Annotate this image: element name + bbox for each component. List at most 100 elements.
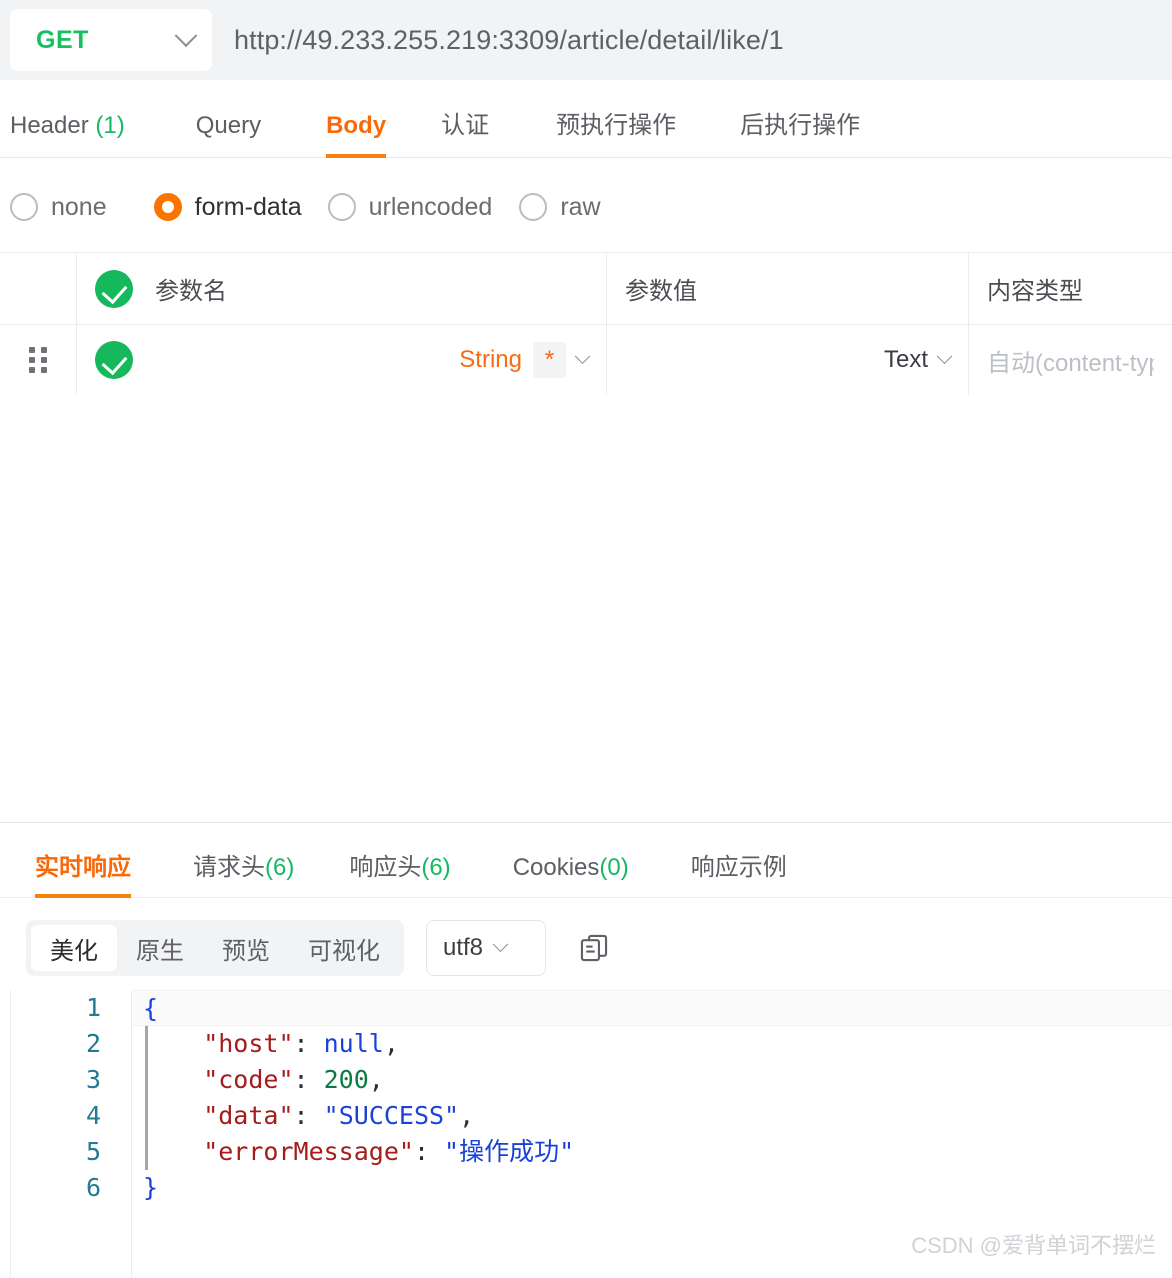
row-param-value-cell[interactable]: Text — [607, 325, 969, 395]
json-colon: : — [293, 1029, 324, 1058]
format-mode-beautify[interactable]: 美化 — [31, 925, 117, 971]
drag-handle-icon[interactable] — [29, 347, 47, 373]
line-number-gutter: 1 2 3 4 5 6 — [11, 990, 132, 1278]
http-method-label: GET — [36, 25, 89, 54]
code-line-5: "errorMessage": "操作成功" — [133, 1134, 1172, 1170]
tab-live-response[interactable]: 实时响应 — [35, 847, 131, 898]
radio-form-data-dot — [153, 193, 182, 221]
response-format-toolbar: 美化 原生 预览 可视化 utf8 — [0, 906, 1172, 990]
copy-button[interactable] — [574, 928, 614, 968]
tab-query[interactable]: Query — [196, 112, 261, 158]
tab-response-headers-count: (6) — [421, 854, 451, 881]
tab-cookies[interactable]: Cookies(0) — [513, 854, 629, 898]
code-line-1: { — [133, 990, 1172, 1026]
body-type-radio-group: none form-data urlencoded raw — [0, 176, 1172, 238]
api-client-window: GET http://49.233.255.219:3309/article/d… — [0, 0, 1172, 1278]
radio-none-label: none — [51, 192, 107, 221]
column-header-content-type: 内容类型 — [987, 278, 1083, 305]
line-number: 6 — [85, 1173, 101, 1202]
header-handle-cell — [0, 253, 77, 324]
required-badge[interactable]: * — [533, 342, 566, 378]
tab-cookies-count: (0) — [599, 854, 629, 881]
json-comma: , — [459, 1101, 475, 1130]
radio-raw-dot — [519, 193, 548, 221]
line-number: 4 — [85, 1101, 101, 1130]
format-mode-raw[interactable]: 原生 — [117, 925, 203, 971]
request-tab-bar: Header (1) Query Body 认证 预执行操作 后执行操作 — [0, 80, 1172, 158]
tab-request-headers[interactable]: 请求头(6) — [193, 847, 294, 898]
line-number: 2 — [85, 1029, 101, 1058]
value-type-selector[interactable]: Text — [884, 346, 953, 374]
radio-urlencoded[interactable]: urlencoded — [327, 192, 493, 222]
tab-header-count: (1) — [95, 112, 125, 139]
json-value-data-quote-close: " — [444, 1101, 460, 1130]
empty-body-area — [0, 395, 1172, 822]
header-param-value-cell: 参数值 — [607, 253, 969, 324]
json-colon: : — [293, 1065, 324, 1094]
format-mode-segmented: 美化 原生 预览 可视化 — [26, 920, 404, 976]
indent-guide — [145, 1026, 148, 1170]
tab-response-headers[interactable]: 响应头(6) — [349, 847, 450, 898]
json-key-host: "host" — [143, 1029, 294, 1058]
content-type-input[interactable]: 自动(content-typ — [987, 343, 1154, 378]
encoding-select[interactable]: utf8 — [426, 920, 546, 976]
json-value-errormessage-quote-open: " — [444, 1137, 460, 1166]
format-mode-visualize[interactable]: 可视化 — [289, 925, 399, 971]
param-type-selector[interactable]: String * — [459, 342, 591, 378]
json-key-data: "data" — [143, 1101, 294, 1130]
tab-pre-script[interactable]: 预执行操作 — [556, 105, 676, 158]
row-param-name-cell[interactable]: String * — [77, 325, 607, 395]
tab-post-script[interactable]: 后执行操作 — [740, 105, 860, 158]
radio-urlencoded-label: urlencoded — [368, 192, 493, 221]
chevron-down-icon — [936, 347, 953, 364]
http-method-select[interactable]: GET — [10, 9, 212, 71]
json-close-brace: } — [143, 1173, 159, 1202]
radio-raw[interactable]: raw — [519, 193, 601, 222]
row-content-type-cell[interactable]: 自动(content-typ — [969, 325, 1172, 395]
json-value-errormessage: 操作成功 — [459, 1137, 560, 1166]
response-tab-bar: 实时响应 请求头(6) 响应头(6) Cookies(0) 响应示例 — [0, 824, 1172, 898]
json-colon: : — [413, 1137, 445, 1166]
json-value-data-quote-open: " — [323, 1101, 339, 1130]
code-line-4: "data": "SUCCESS", — [133, 1098, 1172, 1134]
json-key-code: "code" — [143, 1065, 294, 1094]
tab-header-label: Header — [10, 112, 96, 139]
chevron-down-icon — [574, 347, 591, 364]
tab-header[interactable]: Header (1) — [10, 112, 125, 158]
url-input[interactable]: http://49.233.255.219:3309/article/detai… — [234, 25, 784, 56]
tab-request-headers-label: 请求头 — [193, 854, 265, 881]
row-enabled-checkbox[interactable] — [95, 341, 133, 379]
tab-body[interactable]: Body — [326, 112, 387, 158]
code-line-3: "code": 200, — [133, 1062, 1172, 1098]
encoding-label: utf8 — [443, 934, 484, 961]
table-header-row: 参数名 参数值 内容类型 — [0, 253, 1172, 325]
tab-cookies-label: Cookies — [512, 854, 600, 881]
select-all-checkbox[interactable] — [95, 269, 133, 308]
json-value-errormessage-quote-close: " — [559, 1137, 575, 1166]
code-line-2: "host": null, — [133, 1026, 1172, 1062]
tab-auth[interactable]: 认证 — [441, 105, 489, 158]
radio-none[interactable]: none — [10, 193, 107, 222]
column-header-param-name: 参数名 — [155, 278, 227, 305]
tab-response-headers-label: 响应头 — [349, 854, 422, 881]
url-bar: GET http://49.233.255.219:3309/article/d… — [0, 0, 1172, 80]
json-value-code: 200 — [323, 1065, 369, 1094]
row-drag-cell — [0, 325, 77, 395]
form-data-table: 参数名 参数值 内容类型 String * Text 自动(content-ty… — [0, 252, 1172, 396]
format-mode-preview[interactable]: 预览 — [203, 925, 289, 971]
json-comma: , — [383, 1029, 399, 1058]
table-row: String * Text 自动(content-typ — [0, 325, 1172, 395]
json-open-brace: { — [143, 994, 159, 1023]
line-number: 5 — [85, 1137, 101, 1166]
tab-response-example[interactable]: 响应示例 — [691, 847, 787, 898]
panel-divider — [0, 822, 1172, 823]
json-comma: , — [368, 1065, 384, 1094]
chevron-down-icon — [492, 935, 509, 952]
radio-form-data-label: form-data — [194, 192, 302, 221]
radio-urlencoded-dot — [327, 193, 356, 221]
radio-form-data[interactable]: form-data — [153, 192, 302, 222]
json-colon: : — [293, 1101, 324, 1130]
watermark: CSDN @爱背单词不摆烂 — [911, 1233, 1156, 1258]
json-key-errormessage: "errorMessage" — [143, 1137, 414, 1166]
radio-none-dot — [10, 193, 38, 221]
